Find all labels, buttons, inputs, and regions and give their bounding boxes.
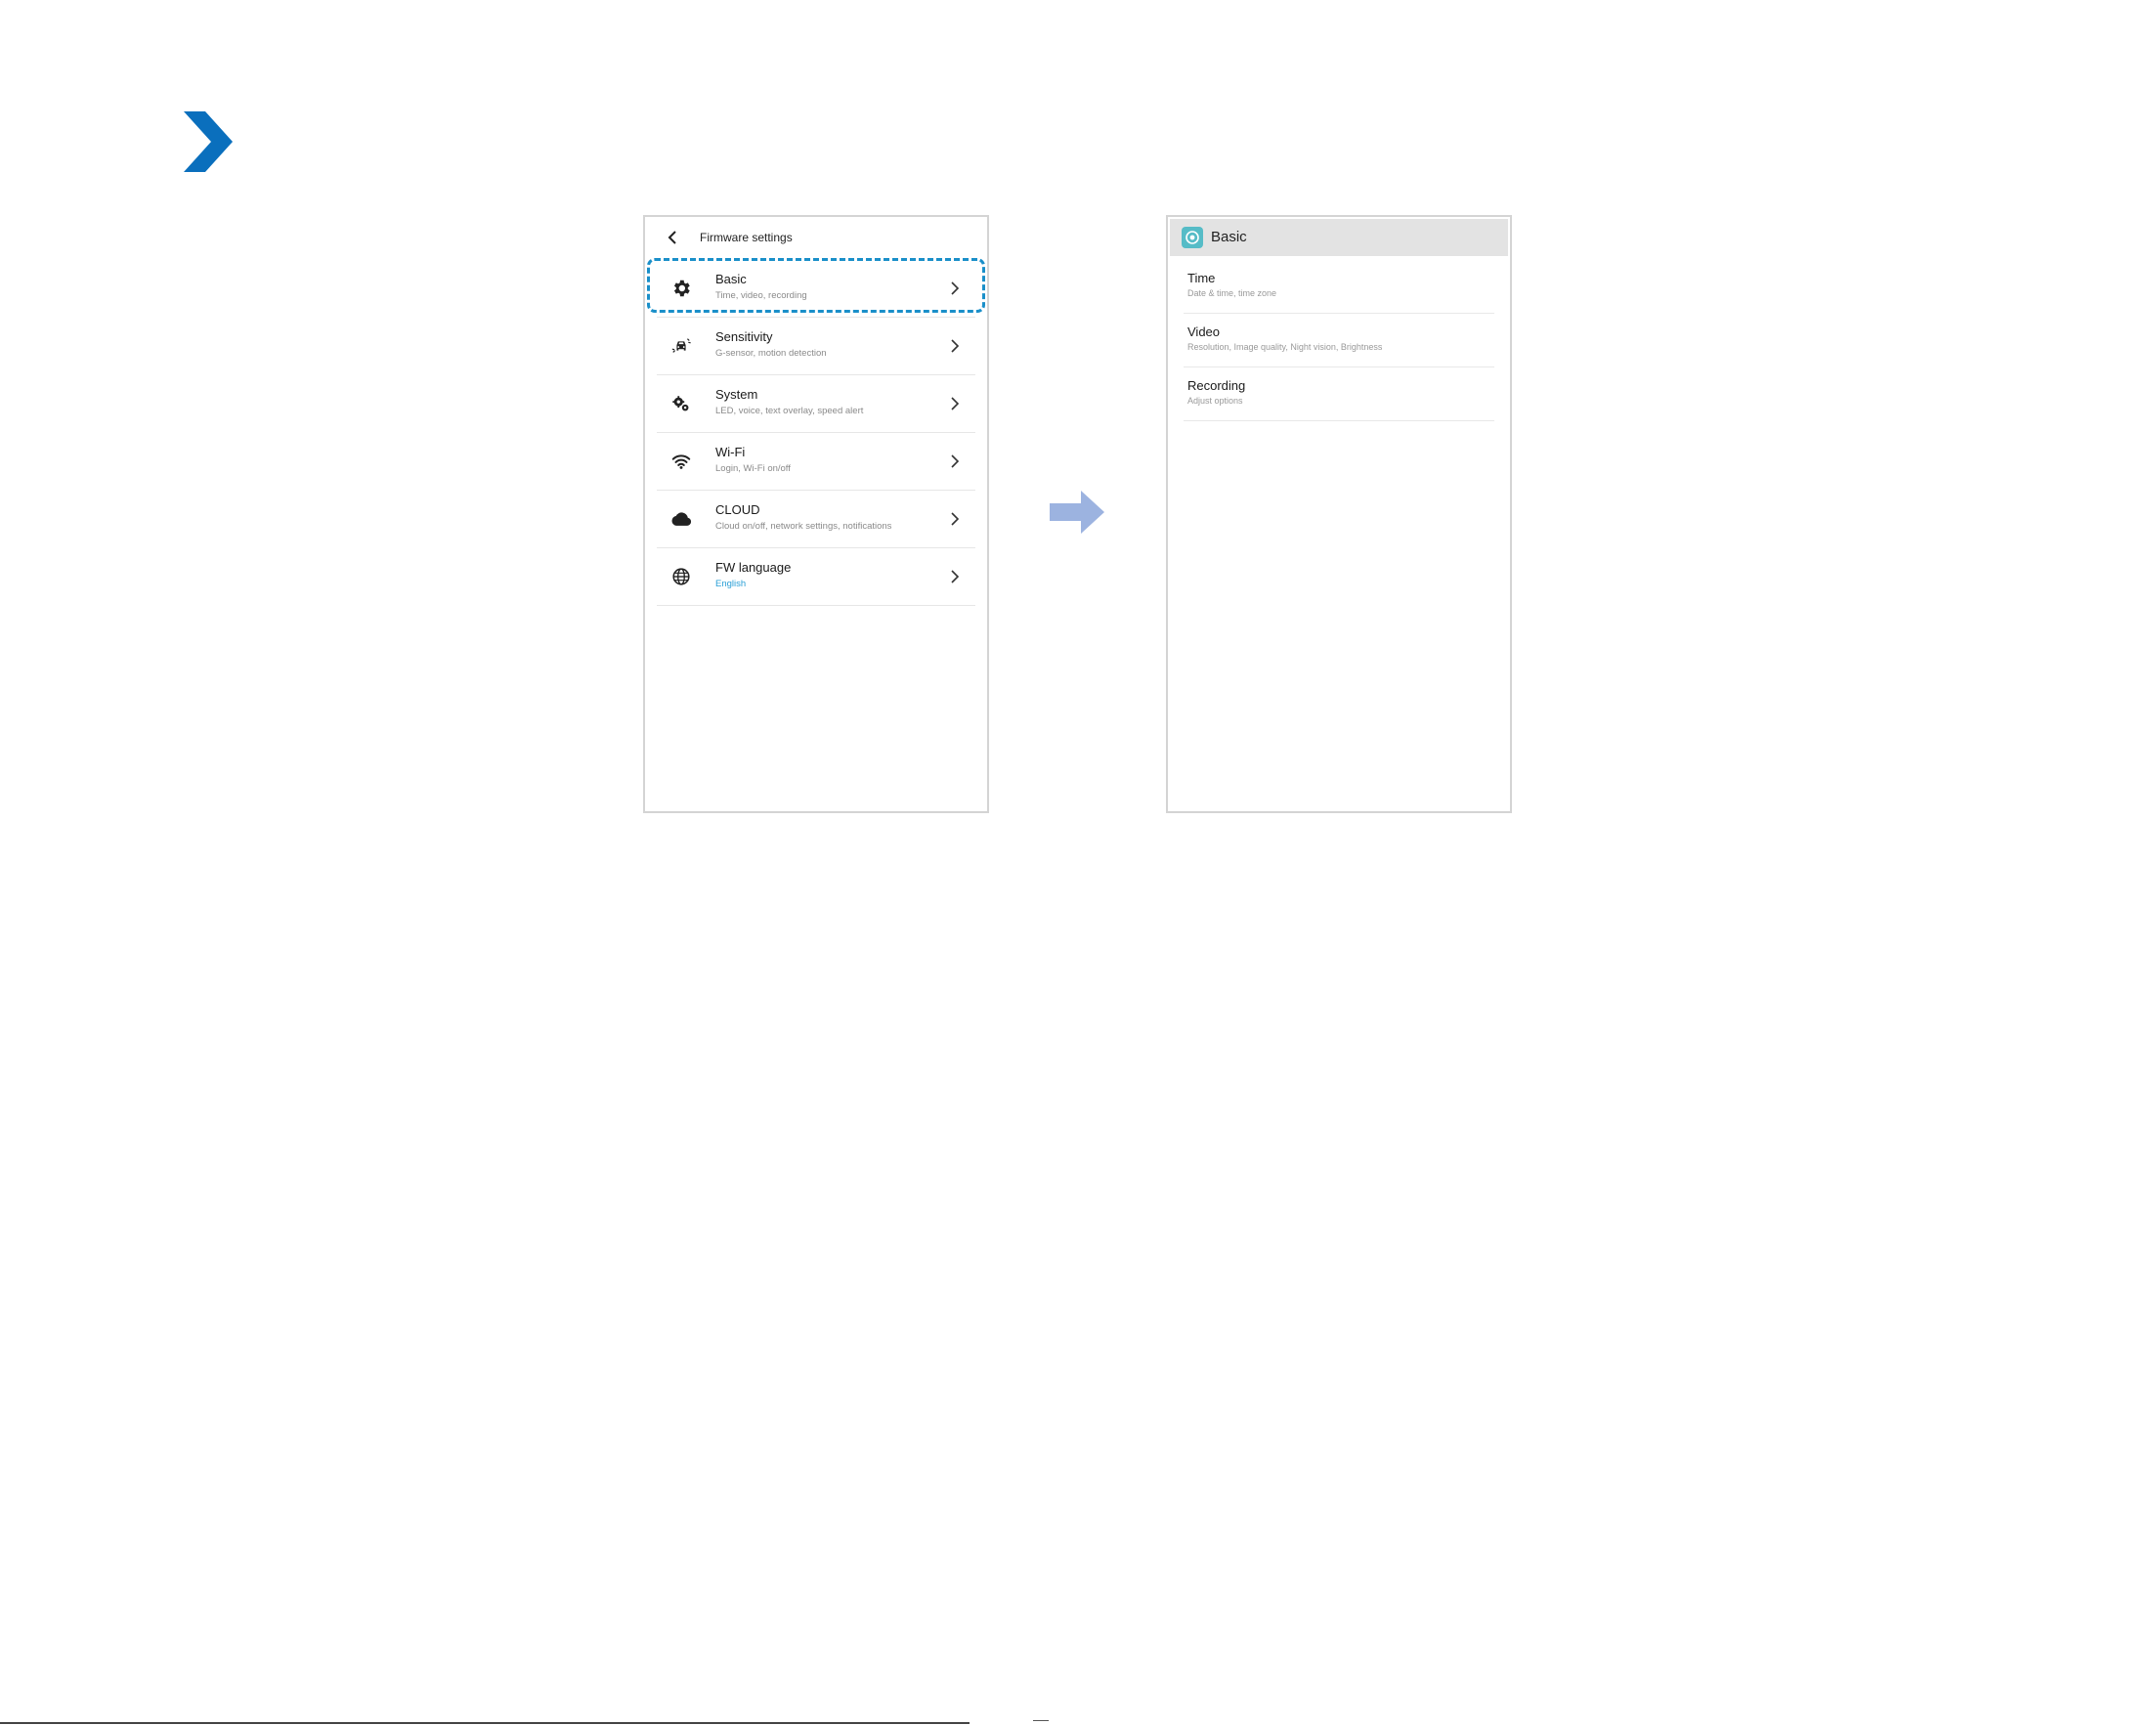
settings-item-system[interactable]: System LED, voice, text overlay, speed a… (657, 375, 975, 433)
settings-item-time[interactable]: Time Date & time, time zone (1184, 260, 1494, 314)
gear-icon (673, 280, 690, 297)
basic-settings-screen: Basic Time Date & time, time zone Video … (1166, 215, 1512, 813)
settings-item-subtitle: Adjust options (1187, 396, 1243, 406)
basic-header: Basic (1170, 219, 1508, 256)
settings-item-fw-language[interactable]: FW language English (657, 548, 975, 606)
wifi-icon (671, 454, 691, 469)
basic-settings-list: Time Date & time, time zone Video Resolu… (1184, 260, 1494, 421)
chevron-left-icon[interactable] (665, 228, 680, 247)
settings-item-subtitle: Date & time, time zone (1187, 288, 1277, 298)
settings-item-wifi[interactable]: Wi-Fi Login, Wi-Fi on/off (657, 433, 975, 491)
cloud-icon (671, 512, 692, 526)
firmware-settings-list: Basic Time, video, recording Sensitivity… (657, 260, 975, 606)
chevron-right-icon (951, 454, 960, 468)
settings-item-subtitle: Time, video, recording (715, 290, 807, 301)
settings-item-subtitle: English (715, 579, 747, 589)
settings-item-video[interactable]: Video Resolution, Image quality, Night v… (1184, 314, 1494, 367)
chevron-right-icon (951, 512, 960, 526)
settings-item-title: System (715, 387, 758, 402)
settings-item-title: CLOUD (715, 502, 760, 517)
chevron-right-icon (951, 397, 960, 410)
car-impact-icon (671, 338, 691, 353)
firmware-settings-header: Firmware settings (645, 217, 987, 258)
settings-item-basic[interactable]: Basic Time, video, recording (657, 260, 975, 318)
gears-icon (672, 396, 689, 411)
flow-arrow-icon (1050, 491, 1104, 534)
settings-item-title: Basic (715, 272, 747, 286)
footer-divider (0, 1722, 970, 1724)
settings-item-title: Wi-Fi (715, 445, 746, 459)
settings-item-title: Time (1187, 271, 1216, 285)
section-chevron-icon (184, 111, 233, 172)
chevron-right-icon (951, 570, 960, 583)
settings-item-cloud[interactable]: CLOUD Cloud on/off, network settings, no… (657, 491, 975, 548)
settings-item-title: Recording (1187, 378, 1246, 393)
chevron-right-icon (951, 339, 960, 353)
settings-item-sensitivity[interactable]: Sensitivity G-sensor, motion detection (657, 318, 975, 375)
page-title: Firmware settings (700, 231, 793, 244)
camera-app-icon (1186, 231, 1199, 244)
globe-icon (672, 568, 690, 585)
footer-mark (1033, 1720, 1049, 1724)
firmware-settings-screen: Firmware settings Basic Time, video, rec… (643, 215, 989, 813)
settings-item-title: FW language (715, 560, 792, 575)
settings-item-subtitle: G-sensor, motion detection (715, 348, 827, 359)
settings-item-subtitle: Resolution, Image quality, Night vision,… (1187, 342, 1383, 352)
page-title: Basic (1211, 229, 1247, 245)
settings-item-subtitle: Cloud on/off, network settings, notifica… (715, 521, 892, 532)
settings-item-title: Sensitivity (715, 329, 773, 344)
settings-item-title: Video (1187, 324, 1221, 339)
chevron-right-icon (951, 281, 960, 295)
settings-item-recording[interactable]: Recording Adjust options (1184, 367, 1494, 421)
settings-item-subtitle: Login, Wi-Fi on/off (715, 463, 791, 474)
app-icon (1182, 227, 1203, 248)
settings-item-subtitle: LED, voice, text overlay, speed alert (715, 406, 864, 416)
